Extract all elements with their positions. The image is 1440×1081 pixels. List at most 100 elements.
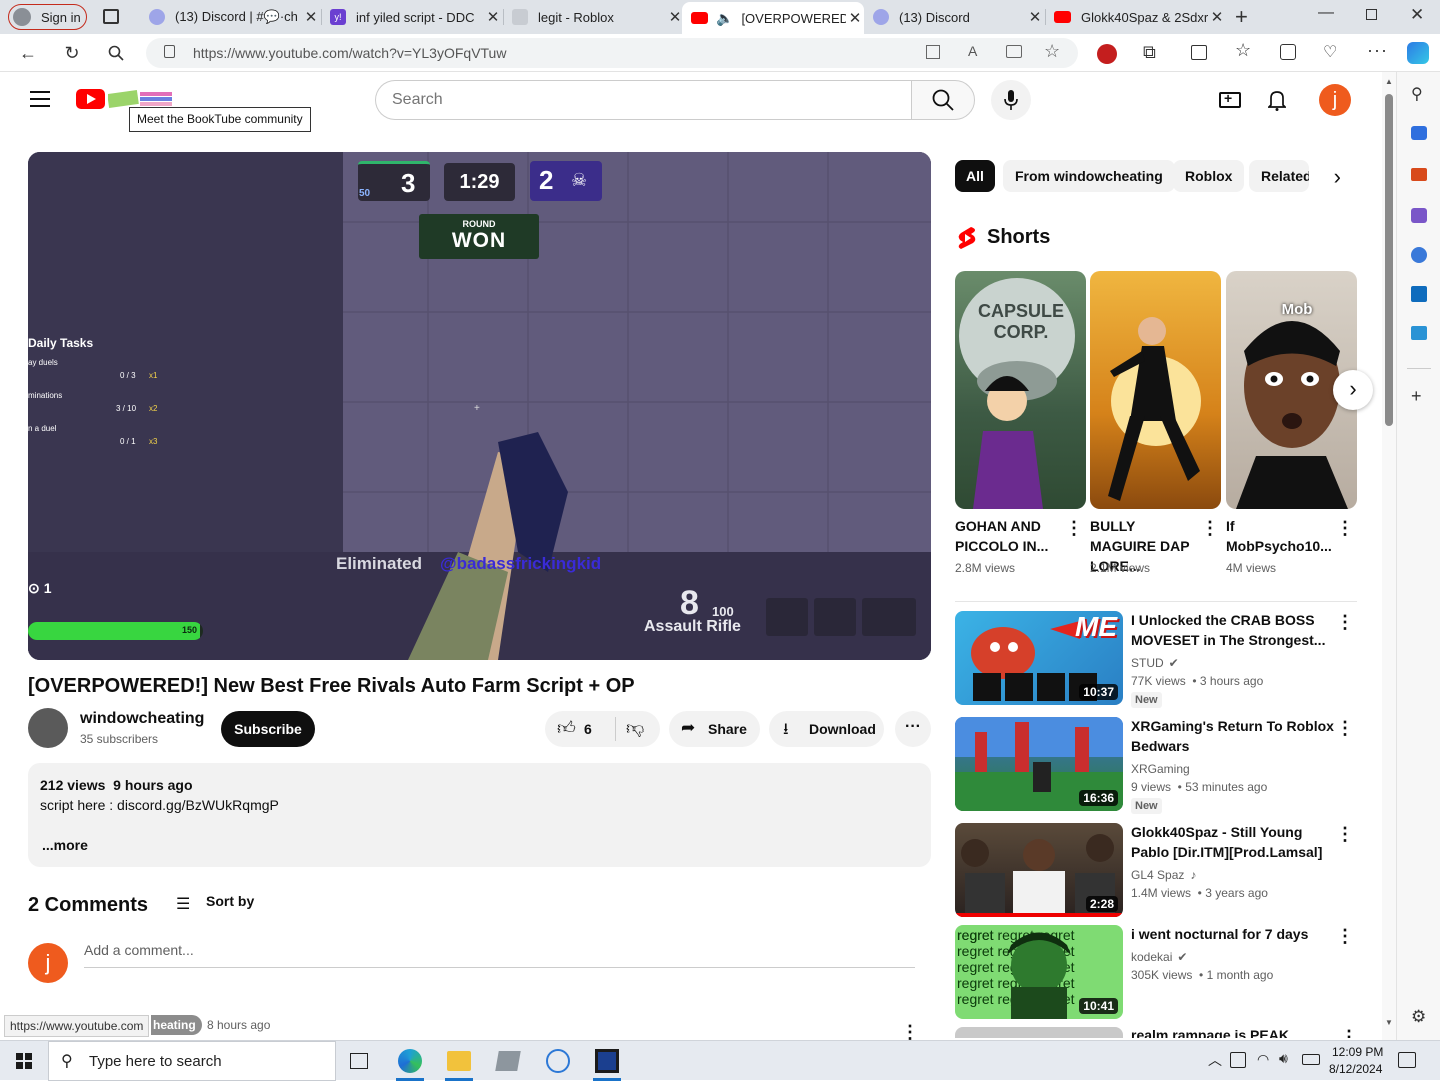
address-bar[interactable]: https://www.youtube.com/watch?v=YL3yOFqV… bbox=[146, 38, 1078, 68]
rec-channel[interactable]: kodekai ✔ bbox=[1131, 950, 1187, 964]
youtube-logo[interactable] bbox=[76, 89, 105, 109]
add-comment-input[interactable]: Add a comment... bbox=[84, 942, 915, 968]
video-player[interactable]: 50 3 1:29 2 ☠ ROUND WON Daily Tasks ay d… bbox=[28, 152, 931, 660]
taskbar-search-box[interactable]: ⚲ Type here to search bbox=[48, 1041, 336, 1081]
description-more-link[interactable]: ...more bbox=[42, 837, 88, 853]
speaker-icon[interactable]: 🔈 bbox=[716, 10, 733, 27]
restore-button[interactable] bbox=[1366, 9, 1377, 20]
read-aloud-icon[interactable]: A bbox=[968, 43, 977, 59]
volume-icon[interactable]: 🔊︎ bbox=[1279, 1050, 1288, 1067]
rec-title[interactable]: I Unlocked the CRAB BOSS MOVESET in The … bbox=[1131, 610, 1336, 650]
short-more-icon[interactable]: ⋮ bbox=[1335, 519, 1355, 537]
create-video-icon[interactable]: + bbox=[1219, 90, 1241, 108]
close-tab-icon[interactable]: ✕ bbox=[846, 9, 864, 27]
rec-channel[interactable]: XRGaming bbox=[1131, 762, 1190, 776]
rec-more-icon[interactable]: ⋮ bbox=[1335, 719, 1355, 737]
voice-search-button[interactable] bbox=[991, 80, 1031, 120]
back-arrow-icon[interactable]: ← bbox=[17, 42, 39, 64]
scroll-up-arrow-icon[interactable]: ▲ bbox=[1385, 77, 1393, 86]
windows-start-icon[interactable] bbox=[16, 1053, 32, 1069]
dislike-button[interactable]: 👎︎ bbox=[616, 711, 660, 747]
add-sidebar-app-icon[interactable]: + bbox=[1411, 386, 1422, 407]
tab-actions-icon[interactable] bbox=[103, 9, 119, 24]
rec-title[interactable]: XRGaming's Return To Roblox Bedwars bbox=[1131, 716, 1336, 756]
comment-author-chip[interactable]: heating bbox=[151, 1015, 202, 1035]
extension-adblock-icon[interactable] bbox=[1097, 44, 1117, 64]
channel-avatar[interactable] bbox=[28, 708, 68, 748]
telegram-icon[interactable] bbox=[1411, 326, 1427, 340]
microsoft-365-icon[interactable] bbox=[1411, 247, 1427, 263]
rec-thumbnail[interactable]: ME 10:37 bbox=[955, 611, 1123, 705]
tab-yahoo[interactable]: y! inf yiled script - DDC ✕ bbox=[322, 3, 502, 31]
tab-discord-2[interactable]: (13) Discord ✕ bbox=[864, 3, 1044, 31]
rec-channel[interactable]: STUD ✔ bbox=[1131, 656, 1179, 670]
search-icon[interactable] bbox=[105, 42, 127, 64]
extensions-puzzle-icon[interactable]: ⧉ bbox=[1143, 42, 1156, 63]
comment-more-icon[interactable]: ⋮ bbox=[900, 1023, 920, 1041]
split-screen-icon[interactable] bbox=[1191, 45, 1207, 60]
rec-more-icon-clipped[interactable]: ⋮ bbox=[1335, 1027, 1355, 1038]
close-tab-icon[interactable]: ✕ bbox=[302, 8, 320, 26]
short-title[interactable]: If MobPsycho10... bbox=[1226, 516, 1332, 556]
clock-date[interactable]: 8/12/2024 bbox=[1329, 1062, 1382, 1076]
short-title[interactable]: GOHAN AND PICCOLO IN... bbox=[955, 516, 1055, 556]
roblox-app-icon[interactable] bbox=[546, 1049, 570, 1073]
battery-icon[interactable] bbox=[1302, 1054, 1320, 1065]
tab-youtube-music[interactable]: Glokk40Spaz & 2Sdxr ✕ bbox=[1046, 3, 1226, 31]
share-button[interactable]: ➦ Share bbox=[669, 711, 760, 747]
task-view-icon[interactable] bbox=[350, 1053, 368, 1069]
clock-time[interactable]: 12:09 PM bbox=[1332, 1045, 1383, 1059]
show-hidden-icons-icon[interactable]: ︿ bbox=[1208, 1050, 1222, 1070]
chip-roblox[interactable]: Roblox bbox=[1173, 160, 1245, 192]
subscribe-button[interactable]: Subscribe bbox=[221, 711, 315, 747]
pinned-app-icon[interactable] bbox=[595, 1049, 619, 1073]
rec-channel[interactable]: GL4 Spaz ♪ bbox=[1131, 868, 1196, 882]
security-alert-icon[interactable] bbox=[1230, 1052, 1246, 1068]
short-more-icon[interactable]: ⋮ bbox=[1064, 519, 1084, 537]
scroll-down-arrow-icon[interactable]: ▼ bbox=[1385, 1018, 1393, 1027]
rec-title[interactable]: Glokk40Spaz - Still Young Pablo [Dir.ITM… bbox=[1131, 822, 1336, 862]
roblox-studio-icon[interactable] bbox=[495, 1051, 521, 1071]
tab-roblox[interactable]: legit - Roblox ✕ bbox=[504, 3, 684, 31]
shopping-tag-icon[interactable] bbox=[1411, 126, 1427, 140]
settings-more-icon[interactable]: ··· bbox=[1367, 40, 1388, 61]
rec-thumbnail[interactable] bbox=[955, 1027, 1123, 1038]
rec-title[interactable]: i went nocturnal for 7 days bbox=[1131, 924, 1336, 944]
immersive-reader-icon[interactable] bbox=[1006, 45, 1022, 58]
outlook-icon[interactable] bbox=[1411, 286, 1427, 302]
wifi-icon[interactable]: ◠ bbox=[1257, 1051, 1269, 1068]
chip-all[interactable]: All bbox=[955, 160, 995, 192]
lock-icon[interactable] bbox=[164, 45, 175, 58]
notification-center-icon[interactable] bbox=[1398, 1052, 1416, 1068]
account-avatar[interactable]: j bbox=[1319, 84, 1351, 116]
new-tab-button[interactable]: + bbox=[1235, 4, 1248, 30]
download-button[interactable]: ⭳ Download bbox=[769, 711, 884, 747]
edge-browser-icon[interactable] bbox=[398, 1049, 422, 1073]
minimize-button[interactable]: — bbox=[1318, 4, 1334, 22]
search-button[interactable] bbox=[911, 80, 975, 120]
rec-more-icon[interactable]: ⋮ bbox=[1335, 825, 1355, 843]
shorts-next-button[interactable]: › bbox=[1333, 370, 1373, 410]
scrollbar-thumb[interactable] bbox=[1385, 94, 1393, 426]
short-more-icon[interactable]: ⋮ bbox=[1200, 519, 1220, 537]
search-icon[interactable]: ⚲ bbox=[1411, 84, 1423, 104]
app-available-icon[interactable] bbox=[926, 45, 940, 59]
rec-thumbnail[interactable]: 16:36 bbox=[955, 717, 1123, 811]
tab-discord-1[interactable]: (13) Discord | #💬·ch ✕ bbox=[140, 3, 320, 31]
close-tab-icon[interactable]: ✕ bbox=[1208, 8, 1226, 26]
profile-sign-in-button[interactable]: Sign in bbox=[8, 4, 87, 30]
favorites-icon[interactable]: ☆ bbox=[1235, 40, 1251, 61]
chip-related[interactable]: Related bbox=[1249, 160, 1309, 192]
chip-scroll-right-icon[interactable]: › bbox=[1309, 160, 1357, 194]
description-box[interactable]: 212 views 9 hours ago script here : disc… bbox=[28, 763, 931, 867]
rec-more-icon[interactable]: ⋮ bbox=[1335, 613, 1355, 631]
more-actions-button[interactable]: ··· bbox=[895, 711, 931, 747]
page-scrollbar[interactable]: ▲ ▼ bbox=[1382, 72, 1396, 1040]
close-window-button[interactable]: ✕ bbox=[1410, 5, 1424, 25]
search-input[interactable]: Search bbox=[375, 80, 912, 120]
favorite-star-icon[interactable]: ☆ bbox=[1044, 41, 1060, 62]
refresh-icon[interactable]: ↻ bbox=[61, 42, 83, 64]
chip-from-channel[interactable]: From windowcheating bbox=[1003, 160, 1175, 192]
file-explorer-icon[interactable] bbox=[447, 1051, 471, 1071]
copilot-icon[interactable] bbox=[1407, 42, 1429, 64]
